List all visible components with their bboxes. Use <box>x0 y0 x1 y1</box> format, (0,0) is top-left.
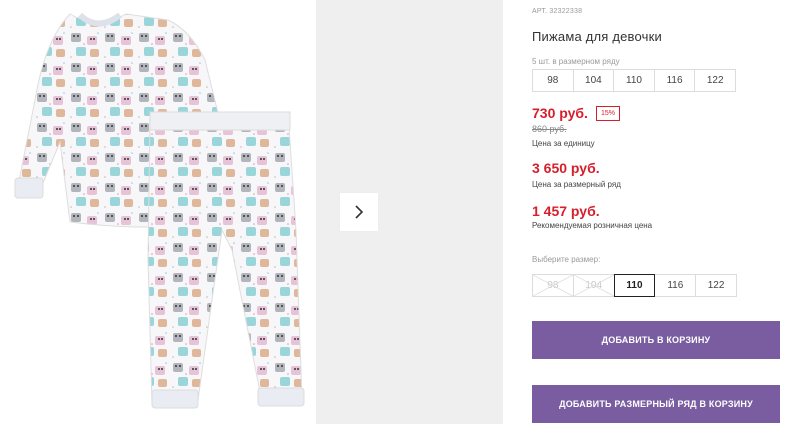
pack-size-cell: 122 <box>706 75 724 86</box>
add-pack-to-cart-button[interactable]: ДОБАВИТЬ РАЗМЕРНЫЙ РЯД В КОРЗИНУ <box>532 385 780 423</box>
pack-sizes-row: 98 104 110 116 122 <box>532 69 736 92</box>
unavailable-cross-icon <box>573 275 614 296</box>
product-gallery <box>0 0 503 434</box>
pajama-illustration <box>14 12 305 409</box>
chevron-right-icon <box>355 205 364 219</box>
old-price: 860 руб. <box>532 124 567 134</box>
size-option-116[interactable]: 116 <box>654 274 697 297</box>
product-sku: АРТ. 32322338 <box>532 8 583 15</box>
size-picker: 98 104 110 116 122 <box>532 274 737 297</box>
size-picker-label: Выберите размер: <box>532 255 601 264</box>
size-option-104: 104 <box>572 274 615 297</box>
product-title: Пижама для девочки <box>532 29 662 44</box>
gallery-next-button[interactable] <box>340 193 378 231</box>
size-option-label: 116 <box>667 280 684 291</box>
product-photo-main[interactable] <box>0 0 316 424</box>
pack-size-cell: 98 <box>533 70 574 91</box>
size-option-label: 122 <box>707 280 725 291</box>
unit-price-caption: Цена за единицу <box>532 139 595 148</box>
size-option-122[interactable]: 122 <box>695 274 737 297</box>
add-to-cart-button[interactable]: ДОБАВИТЬ В КОРЗИНУ <box>532 321 780 359</box>
unavailable-cross-icon <box>533 275 573 296</box>
size-option-110[interactable]: 110 <box>613 274 656 297</box>
pack-price: 3 650 руб. <box>532 160 600 176</box>
retail-price: 1 457 руб. <box>532 203 600 219</box>
unit-price: 730 руб. <box>532 105 588 121</box>
discount-badge: 15% <box>595 105 620 121</box>
retail-price-caption: Рекомендуемая розничная цена <box>532 221 653 230</box>
pack-size-cell: 110 <box>614 70 655 91</box>
unit-price-line: 730 руб. 15% <box>532 105 620 121</box>
size-option-98: 98 <box>532 274 574 297</box>
pack-note: 5 шт. в размерном ряду <box>532 57 620 66</box>
pack-size-cell: 116 <box>655 70 696 91</box>
pack-price-caption: Цена за размерный ряд <box>532 180 621 189</box>
pack-size-cell: 104 <box>574 70 615 91</box>
size-option-label: 110 <box>626 280 643 291</box>
